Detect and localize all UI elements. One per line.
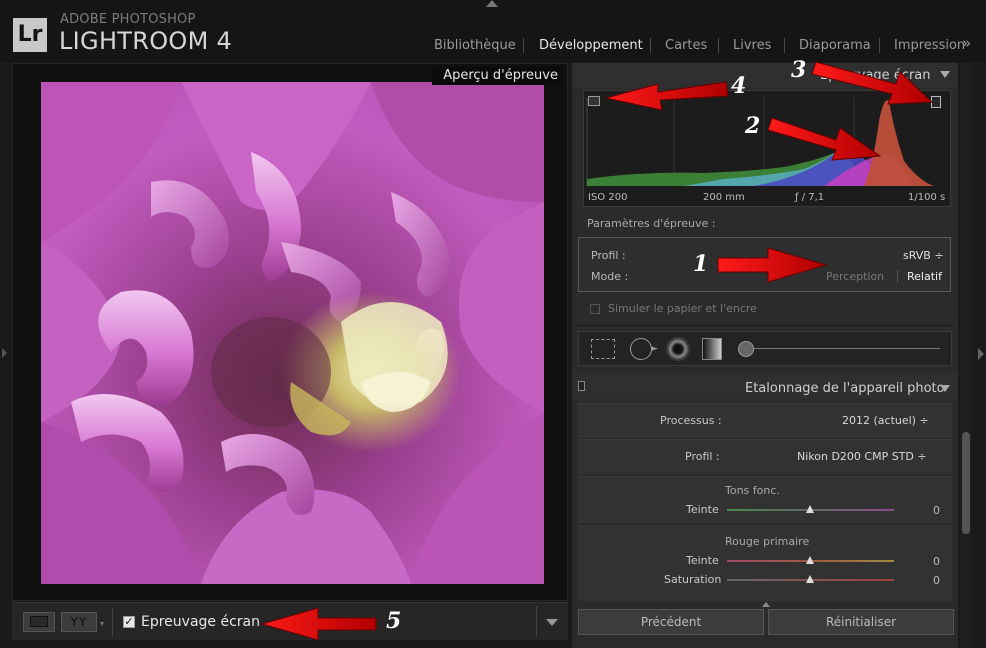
lightroom-logo: Lr	[13, 18, 47, 52]
bottom-panel-toggle-icon[interactable]	[762, 602, 770, 607]
module-bibliotheque[interactable]: Bibliothèque	[434, 38, 516, 53]
red-tint-label: Teinte	[686, 554, 719, 567]
histogram-aperture: ƒ / 7,1	[795, 192, 825, 203]
module-separator	[523, 38, 524, 53]
proof-profile-select[interactable]: sRVB ÷	[903, 249, 944, 262]
soft-proof-label[interactable]: Epreuvage écran	[141, 614, 260, 630]
annotation-number-3: 3	[791, 57, 807, 83]
mode-perception-option[interactable]: Perception	[826, 270, 884, 283]
dahlia-photo	[41, 82, 544, 584]
module-diaporama[interactable]: Diaporama	[799, 38, 871, 53]
dahlia-image	[41, 82, 544, 584]
red-tint-value[interactable]: 0	[933, 555, 940, 568]
mode-separator	[897, 270, 898, 283]
process-select[interactable]: 2012 (actuel) ÷	[842, 414, 929, 427]
adjustment-brush-tool-icon[interactable]	[738, 341, 754, 357]
top-panel-toggle-icon[interactable]	[486, 0, 498, 7]
camera-profile-label: Profil :	[685, 450, 720, 463]
proof-params-label: Paramètres d'épreuve :	[587, 217, 716, 230]
module-developpement[interactable]: Développement	[539, 38, 643, 53]
module-cartes[interactable]: Cartes	[665, 38, 707, 53]
camera-profile-select[interactable]: Nikon D200 CMP STD ÷	[797, 450, 927, 463]
red-primary-title: Rouge primaire	[725, 535, 810, 548]
collapse-triangle-icon[interactable]	[940, 385, 950, 392]
histogram-shutter: 1/100 s	[908, 192, 946, 203]
panel-switch-icon[interactable]	[578, 381, 585, 391]
proof-profile-label: Profil :	[591, 249, 626, 262]
toolbar-separator	[536, 606, 537, 636]
histogram[interactable]	[583, 90, 951, 207]
loupe-view-icon	[30, 616, 48, 627]
proof-mode-label: Mode :	[591, 270, 629, 283]
toolbar-menu-icon[interactable]	[546, 619, 558, 626]
adjustment-brush-slider[interactable]	[754, 348, 940, 349]
red-eye-tool-icon[interactable]	[666, 337, 690, 361]
module-separator	[879, 38, 880, 53]
process-label: Processus :	[660, 414, 722, 427]
soft-proof-checkbox[interactable]: ✓	[123, 616, 135, 628]
shadows-tint-value[interactable]: 0	[933, 504, 940, 517]
annotation-number-4: 4	[731, 73, 747, 99]
brand-title: LIGHTROOM 4	[59, 27, 233, 55]
destination-gamut-icon[interactable]	[931, 96, 941, 108]
monitor-gamut-icon[interactable]	[588, 96, 600, 106]
histogram-focal: 200 mm	[703, 192, 745, 203]
slider-thumb[interactable]	[806, 575, 814, 583]
module-separator	[718, 38, 719, 53]
module-separator	[650, 38, 651, 53]
shadows-tint-label: Teinte	[686, 503, 719, 516]
collapse-triangle-icon[interactable]	[940, 71, 950, 78]
toolbar-separator	[112, 608, 113, 636]
calibration-panel-title[interactable]: Etalonnage de l'appareil photo	[745, 381, 945, 396]
soft-proof-panel-title[interactable]: Epreuvage écran	[820, 68, 931, 83]
right-panel-toggle-icon[interactable]	[978, 348, 984, 360]
module-separator	[784, 38, 785, 53]
histogram-graph	[586, 97, 934, 186]
before-after-button[interactable]: YY	[61, 612, 97, 632]
annotation-number-2: 2	[745, 113, 761, 139]
spot-arrow-icon: ►	[651, 344, 658, 354]
slider-thumb[interactable]	[806, 556, 814, 564]
annotation-number-5: 5	[386, 608, 402, 634]
simulate-paper-label[interactable]: Simuler le papier et l'encre	[608, 302, 757, 315]
scrollbar-thumb[interactable]	[962, 432, 970, 534]
red-saturation-value[interactable]: 0	[933, 574, 940, 587]
right-panel-scrollbar[interactable]	[960, 63, 972, 648]
left-panel-toggle-icon[interactable]	[2, 348, 7, 358]
annotation-number-1: 1	[693, 251, 709, 277]
proof-preview-label: Aperçu d'épreuve	[432, 67, 562, 85]
shadows-title: Tons fonc.	[725, 484, 780, 497]
panel-divider	[576, 325, 954, 326]
more-modules-icon[interactable]: »	[962, 34, 971, 52]
reset-button[interactable]: Réinitialiser	[768, 609, 954, 635]
histogram-iso: ISO 200	[588, 192, 628, 203]
brand-subtitle: ADOBE PHOTOSHOP	[60, 12, 196, 27]
crop-tool-icon[interactable]	[591, 339, 615, 359]
mode-relatif-option[interactable]: Relatif	[907, 270, 942, 283]
simulate-paper-checkbox[interactable]	[590, 304, 600, 314]
previous-button[interactable]: Précédent	[578, 609, 764, 635]
graduated-filter-tool-icon[interactable]	[702, 338, 722, 360]
slider-thumb[interactable]	[806, 505, 814, 513]
proof-params-box	[578, 237, 951, 292]
spot-removal-tool-icon[interactable]	[630, 338, 652, 360]
red-saturation-label: Saturation	[664, 573, 722, 586]
module-livres[interactable]: Livres	[733, 38, 771, 53]
module-impression[interactable]: Impression	[894, 38, 965, 53]
before-after-dropdown-icon[interactable]: ▾	[100, 619, 104, 628]
